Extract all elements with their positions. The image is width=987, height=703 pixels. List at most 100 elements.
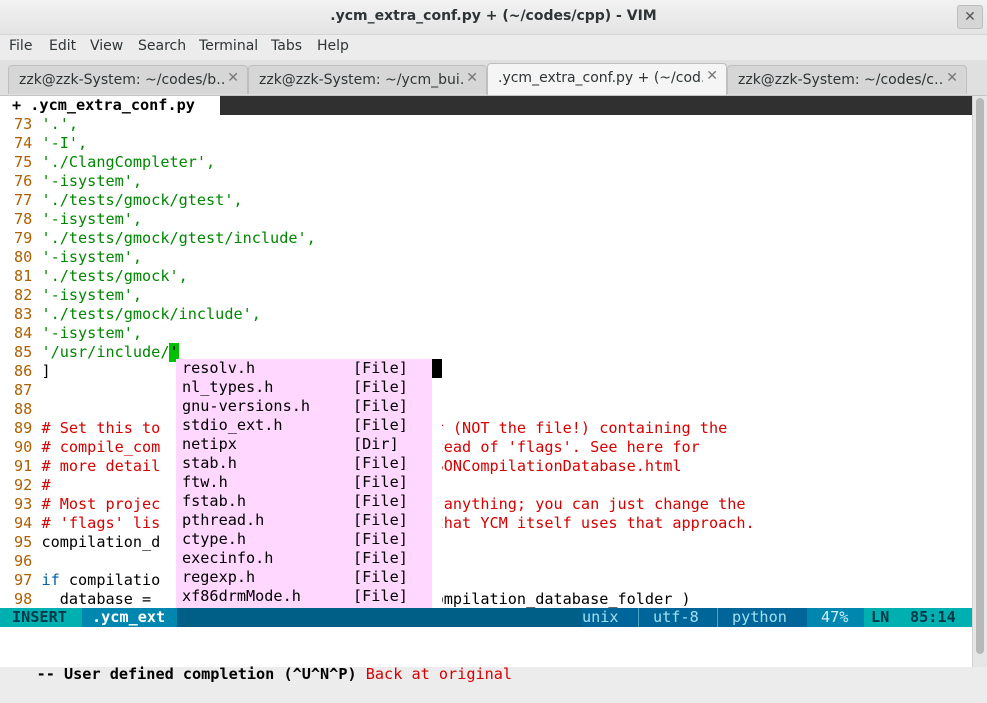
window-title: .ycm_extra_conf.py + (~/codes/cpp) - VIM [330,8,657,24]
line-number: 92 [14,476,33,494]
menu-help[interactable]: Help [317,38,349,54]
line-number: 95 [14,533,33,551]
tab-close-icon[interactable]: ✕ [946,70,958,86]
line-number: 86 [14,362,33,380]
completion-item[interactable]: gnu-versions.h [182,397,310,416]
code-line[interactable]: 87 [14,381,41,400]
line-number: 89 [14,419,33,437]
line-number: 76 [14,172,33,190]
line-number: 98 [14,590,33,608]
terminal-tab-bar: zzk@zzk-System: ~/codes/b… ✕ zzk@zzk-Sys… [0,60,987,96]
tab-label: zzk@zzk-System: ~/ycm_bui… [259,72,464,88]
code-text: './tests/gmock/gtest/include', [41,229,316,247]
line-number: 77 [14,191,33,209]
code-line[interactable]: 80 '-isystem', [14,248,142,267]
completion-item[interactable]: ctype.h [182,530,246,549]
code-line[interactable]: 74 '-I', [14,134,87,153]
line-number: 94 [14,514,33,532]
menu-tabs[interactable]: Tabs [271,38,302,54]
completion-item[interactable]: stdio_ext.h [182,416,283,435]
code-line[interactable]: 86 ] [14,362,51,381]
code-text: './ClangCompleter', [41,153,216,171]
menu-edit[interactable]: Edit [49,38,76,54]
code-text: './tests/gmock/include', [41,305,261,323]
tab-close-icon[interactable]: ✕ [466,70,478,86]
completion-item-kind: [File] [353,454,408,472]
menu-search[interactable]: Search [138,38,186,54]
completion-item[interactable]: netipx [182,435,237,454]
code-line[interactable]: 81 './tests/gmock', [14,267,188,286]
code-line[interactable]: 88 [14,400,41,419]
completion-item[interactable]: stab.h [182,454,237,473]
code-text: './tests/gmock/gtest', [41,191,243,209]
completion-item-kind: [File] [353,416,408,434]
code-text: # [41,476,51,494]
completion-item-kind: [File] [353,473,408,491]
line-number: 97 [14,571,33,589]
line-number: 96 [14,552,33,570]
code-line[interactable]: 73 '.', [14,115,78,134]
line-number: 87 [14,381,33,399]
completion-item[interactable]: pthread.h [182,511,264,530]
terminal-scrollbar-thumb[interactable] [976,98,984,654]
line-number: 81 [14,267,33,285]
cmdline-status-message: Back at original [365,665,513,683]
completion-scrollbar-thumb[interactable] [432,359,442,378]
completion-item-kind: [File] [353,378,408,396]
cmdline-mode-message: -- User defined completion (^U^N^P) [36,665,357,683]
code-line[interactable]: 97 if compilatio [14,571,160,590]
terminal-tab[interactable]: zzk@zzk-System: ~/ycm_bui… ✕ [248,65,487,94]
status-position: 85:14 [896,608,972,627]
completion-item[interactable]: xf86drmMode.h [182,587,301,606]
vim-tab-current[interactable]: + .ycm_extra_conf.py [0,96,220,115]
menu-bar: File Edit View Search Terminal Tabs Help [0,35,987,59]
code-line[interactable]: 84 '-isystem', [14,324,142,343]
vim-command-line: -- User defined completion (^U^N^P) Back… [0,646,513,683]
terminal-scrollbar[interactable] [972,96,987,667]
completion-scrollbar[interactable] [432,359,442,625]
code-line[interactable]: 83 './tests/gmock/include', [14,305,261,324]
code-line[interactable]: 77 './tests/gmock/gtest', [14,191,243,210]
completion-item[interactable]: fstab.h [182,492,246,511]
completion-item[interactable]: execinfo.h [182,549,273,568]
completion-item[interactable]: nl_types.h [182,378,273,397]
menu-view[interactable]: View [90,38,123,54]
terminal-tab[interactable]: zzk@zzk-System: ~/codes/c… ✕ [727,65,967,94]
completion-popup[interactable]: resolv.h [File] nl_types.h [File] gnu-versio… [176,359,432,625]
completion-item[interactable]: resolv.h [182,359,255,378]
code-text: compilatio [59,571,161,589]
terminal-tab[interactable]: zzk@zzk-System: ~/codes/b… ✕ [8,65,248,94]
completion-item-kind: [File] [353,568,408,586]
tab-close-icon[interactable]: ✕ [227,70,239,86]
completion-item-kind: [File] [353,587,408,605]
menu-file[interactable]: File [9,38,32,54]
code-line[interactable]: 79 './tests/gmock/gtest/include', [14,229,316,248]
tab-label: zzk@zzk-System: ~/codes/c… [738,72,943,88]
code-line[interactable]: 82 '-isystem', [14,286,142,305]
window-close-button[interactable]: ✕ [957,5,983,29]
tab-close-icon[interactable]: ✕ [706,68,718,84]
code-line[interactable]: 78 '-isystem', [14,210,142,229]
completion-item[interactable]: regexp.h [182,568,255,587]
code-text: ] [41,362,51,380]
status-ln-label: LN [864,608,896,627]
completion-item-kind: [File] [353,492,408,510]
line-number: 78 [14,210,33,228]
vim-tabline: + .ycm_extra_conf.py [0,96,972,115]
code-line[interactable]: 76 '-isystem', [14,172,142,191]
code-line[interactable]: 95 compilation_d [14,533,160,552]
terminal-view[interactable]: + .ycm_extra_conf.py 73 '.', 74 '-I', 75 '… [0,96,972,683]
status-format: unix [582,608,637,627]
line-number: 84 [14,324,33,342]
menu-terminal[interactable]: Terminal [199,38,258,54]
code-line[interactable]: 96 [14,552,41,571]
tab-label: zzk@zzk-System: ~/codes/b… [19,72,224,88]
code-text: '-isystem', [41,248,143,266]
code-line[interactable]: 75 './ClangCompleter', [14,153,215,172]
code-line[interactable]: 85 '/usr/include/' [14,343,179,362]
code-line[interactable]: 92 # [14,476,51,495]
line-number: 91 [14,457,33,475]
terminal-tab-active[interactable]: .ycm_extra_conf.py + (~/cod… ✕ [487,63,727,95]
completion-item[interactable]: ftw.h [182,473,228,492]
code-text: '-I', [41,134,88,152]
